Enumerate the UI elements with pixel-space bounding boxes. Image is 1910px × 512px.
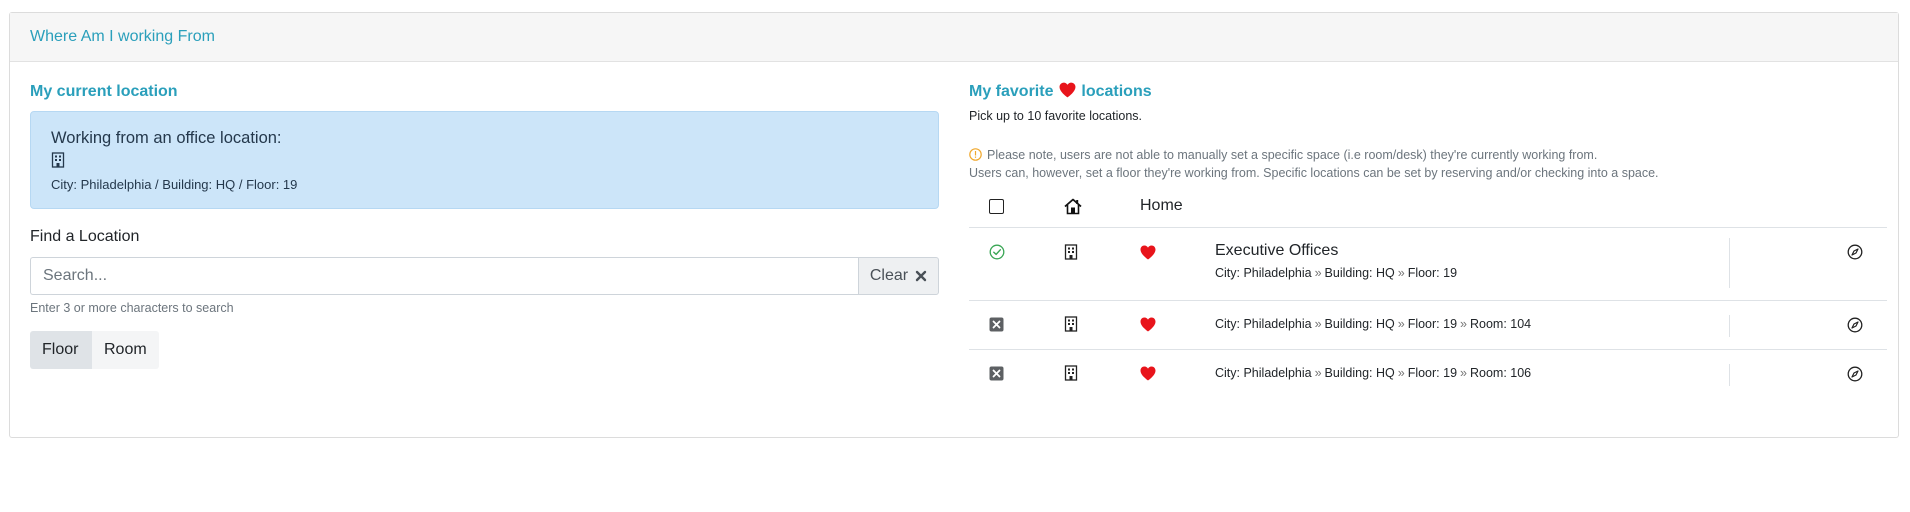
path-separator: » <box>1314 266 1322 280</box>
favorites-table: Home Executive Offices City: Philadelphi… <box>969 186 1887 399</box>
path-separator: » <box>1460 317 1467 331</box>
heart-icon <box>1059 82 1076 98</box>
current-location-title: My current location <box>30 83 178 100</box>
current-location-path: City: Philadelphia / Building: HQ / Floo… <box>51 177 298 192</box>
compass-icon[interactable] <box>1847 366 1863 382</box>
building-icon <box>51 152 65 168</box>
location-type-toggle: Floor Room <box>30 331 939 369</box>
path-floor: Floor: 19 <box>1407 317 1458 331</box>
current-location-box: Working from an office location: City: P… <box>30 111 939 209</box>
location-path: City: Philadelphia» Building: HQ» Floor: 1… <box>1215 317 1531 331</box>
floor-toggle-button[interactable]: Floor <box>30 331 92 369</box>
path-separator: » <box>1397 266 1405 280</box>
path-room: Room: 104 <box>1469 317 1532 331</box>
table-row: City: Philadelphia» Building: HQ» Floor: 1… <box>969 350 1887 399</box>
column-divider <box>1729 364 1730 386</box>
location-name: Executive Offices <box>1215 242 1339 259</box>
column-divider <box>1729 315 1730 337</box>
search-input[interactable] <box>30 257 858 295</box>
check-circle-icon <box>989 244 1005 260</box>
building-icon <box>1064 316 1078 332</box>
warning-icon <box>969 148 982 161</box>
favorites-title: My favorite locations <box>969 82 1887 102</box>
card-header: Where Am I working From <box>10 13 1898 62</box>
column-divider <box>1729 238 1730 288</box>
building-icon <box>1064 244 1078 260</box>
favorites-note: Please note, users are not able to manua… <box>969 146 1887 182</box>
table-row: City: Philadelphia» Building: HQ» Floor: 1… <box>969 301 1887 350</box>
favorites-subtitle: Pick up to 10 favorite locations. <box>969 109 1143 123</box>
room-toggle-button[interactable]: Room <box>92 331 159 369</box>
current-location-section: My current location Working from an offi… <box>30 82 939 369</box>
path-separator: » <box>1314 366 1322 380</box>
location-path: City: Philadelphia» Building: HQ» Floor: 1… <box>1215 266 1457 280</box>
home-icon <box>1064 198 1082 215</box>
favorite-locations-section: My favorite locations Pick up to 10 favo… <box>969 82 1887 399</box>
find-location-label: Find a Location <box>30 228 140 245</box>
location-path: City: Philadelphia» Building: HQ» Floor: 1… <box>1215 366 1531 380</box>
path-room: Room: 106 <box>1469 366 1532 380</box>
remove-icon[interactable] <box>989 317 1004 332</box>
path-city: City: Philadelphia <box>1215 266 1312 280</box>
select-all-checkbox[interactable] <box>989 199 1004 214</box>
home-column-label: Home <box>1140 197 1183 214</box>
heart-icon[interactable] <box>1140 317 1156 332</box>
path-building: Building: HQ <box>1324 366 1395 380</box>
compass-icon[interactable] <box>1847 317 1863 333</box>
heart-icon[interactable] <box>1140 245 1156 260</box>
path-floor: Floor: 19 <box>1407 366 1458 380</box>
path-floor: Floor: 19 <box>1407 266 1458 280</box>
search-group: Clear <box>30 257 939 295</box>
path-separator: » <box>1397 317 1405 331</box>
table-header: Home <box>969 186 1887 228</box>
path-city: City: Philadelphia <box>1215 317 1312 331</box>
path-separator: » <box>1460 366 1467 380</box>
where-am-i-card: Where Am I working From My current locat… <box>9 12 1899 438</box>
building-icon <box>1064 365 1078 381</box>
favorites-title-suffix: locations <box>1081 83 1152 100</box>
location-details: Executive Offices City: Philadelphia» Bui… <box>1215 242 1457 280</box>
card-title: Where Am I working From <box>30 28 215 45</box>
path-building: Building: HQ <box>1324 266 1395 280</box>
note-line-2: Users can, however, set a floor they're … <box>969 166 1659 180</box>
compass-icon[interactable] <box>1847 244 1863 260</box>
heart-icon[interactable] <box>1140 366 1156 381</box>
remove-icon[interactable] <box>989 366 1004 381</box>
note-line-1: Please note, users are not able to manua… <box>987 148 1598 162</box>
favorites-title-prefix: My favorite <box>969 83 1054 100</box>
clear-label: Clear <box>869 267 909 284</box>
close-icon <box>915 270 927 282</box>
search-hint: Enter 3 or more characters to search <box>30 301 234 315</box>
path-separator: » <box>1397 366 1405 380</box>
path-building: Building: HQ <box>1324 317 1395 331</box>
clear-button[interactable]: Clear <box>858 257 939 295</box>
table-row: Executive Offices City: Philadelphia» Bui… <box>969 228 1887 301</box>
current-location-heading: Working from an office location: <box>51 129 282 147</box>
path-city: City: Philadelphia <box>1215 366 1312 380</box>
path-separator: » <box>1314 317 1322 331</box>
